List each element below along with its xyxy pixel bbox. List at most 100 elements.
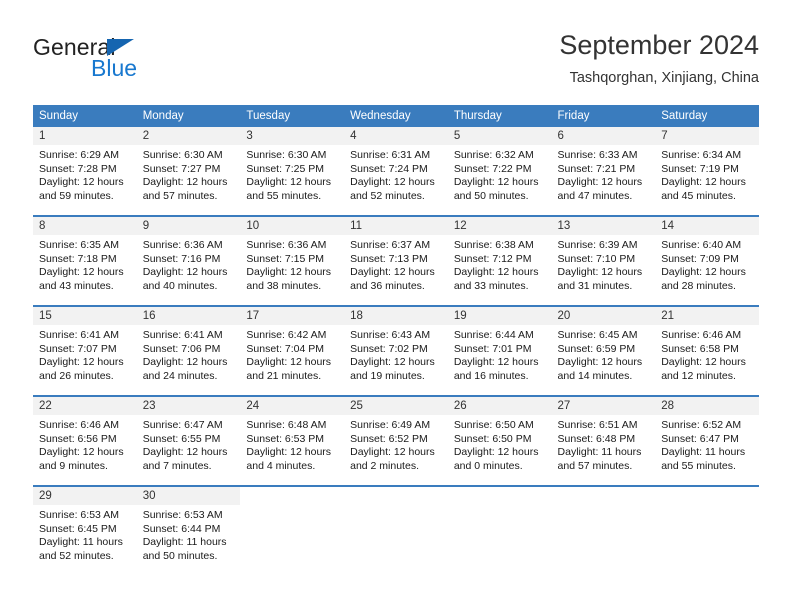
day-cell[interactable]: 17 Sunrise: 6:42 AM Sunset: 7:04 PM Dayligh…: [240, 305, 345, 396]
daylight-text: Daylight: 12 hours and 7 minutes.: [142, 446, 228, 472]
sunset-text: Sunset: 7:19 PM: [661, 162, 739, 175]
day-number: 23: [136, 397, 241, 415]
day-number: 8: [33, 217, 137, 235]
day-cell[interactable]: 7 Sunrise: 6:34 AM Sunset: 7:19 PM Daylight…: [655, 127, 759, 216]
day-cell[interactable]: 8 Sunrise: 6:35 AM Sunset: 7:18 PM Daylight…: [33, 215, 137, 306]
day-cell[interactable]: 9 Sunrise: 6:36 AM Sunset: 7:16 PM Daylight…: [136, 215, 241, 306]
sunrise-text: Sunrise: 6:39 AM: [557, 239, 638, 251]
daylight-text: Daylight: 11 hours and 50 minutes.: [142, 536, 227, 562]
day-cell[interactable]: 24 Sunrise: 6:48 AM Sunset: 6:53 PM Dayligh…: [240, 395, 345, 486]
day-cell[interactable]: 30 Sunrise: 6:53 AM Sunset: 6:44 PM Dayligh…: [136, 485, 241, 575]
day-cell[interactable]: 5 Sunrise: 6:32 AM Sunset: 7:22 PM Daylight…: [447, 127, 552, 216]
day-number: 10: [240, 217, 345, 235]
day-cell[interactable]: 1 Sunrise: 6:29 AM Sunset: 7:28 PM Daylight…: [33, 127, 137, 216]
sunrise-text: Sunrise: 6:32 AM: [453, 149, 534, 161]
page-header: General Blue September 2024 Tashqorghan,…: [33, 28, 759, 96]
day-info: Sunrise: 6:30 AM Sunset: 7:25 PM Daylight:…: [240, 145, 344, 203]
day-cell[interactable]: 26 Sunrise: 6:50 AM Sunset: 6:50 PM Dayligh…: [447, 395, 552, 486]
generalblue-logo[interactable]: General Blue: [33, 34, 233, 90]
day-number: [240, 487, 345, 505]
day-cell[interactable]: 10 Sunrise: 6:36 AM Sunset: 7:15 PM Dayligh…: [240, 215, 345, 306]
day-cell[interactable]: 11 Sunrise: 6:37 AM Sunset: 7:13 PM Dayligh…: [344, 215, 448, 306]
day-number: 20: [551, 307, 656, 325]
day-cell[interactable]: 28 Sunrise: 6:52 AM Sunset: 6:47 PM Dayligh…: [655, 395, 759, 486]
day-number: [447, 487, 552, 505]
daylight-text: Daylight: 12 hours and 57 minutes.: [142, 176, 228, 202]
weekday-header-monday: Monday: [136, 105, 241, 127]
day-cell[interactable]: 15 Sunrise: 6:41 AM Sunset: 7:07 PM Dayligh…: [33, 305, 137, 396]
day-cell[interactable]: 29 Sunrise: 6:53 AM Sunset: 6:45 PM Dayligh…: [33, 485, 137, 575]
day-info: Sunrise: 6:47 AM Sunset: 6:55 PM Daylight:…: [137, 415, 241, 473]
sunrise-text: Sunrise: 6:45 AM: [557, 329, 638, 341]
sunset-text: Sunset: 6:53 PM: [246, 432, 325, 445]
day-info: Sunrise: 6:36 AM Sunset: 7:16 PM Daylight:…: [137, 235, 241, 293]
day-cell[interactable]: 2 Sunrise: 6:30 AM Sunset: 7:27 PM Daylight…: [136, 127, 241, 216]
daylight-text: Daylight: 12 hours and 0 minutes.: [453, 446, 539, 472]
day-info: Sunrise: 6:48 AM Sunset: 6:53 PM Daylight:…: [240, 415, 344, 473]
day-info: Sunrise: 6:44 AM Sunset: 7:01 PM Daylight:…: [448, 325, 552, 383]
sunrise-text: Sunrise: 6:53 AM: [39, 509, 119, 521]
sunset-text: Sunset: 7:21 PM: [557, 162, 636, 175]
day-cell-empty: [551, 485, 656, 575]
day-number: [551, 487, 656, 505]
sunrise-text: Sunrise: 6:41 AM: [39, 329, 119, 341]
day-cell[interactable]: 6 Sunrise: 6:33 AM Sunset: 7:21 PM Daylight…: [551, 127, 656, 216]
daylight-text: Daylight: 12 hours and 26 minutes.: [39, 356, 124, 382]
day-number: 18: [344, 307, 448, 325]
day-cell-empty: [240, 485, 345, 575]
sunrise-text: Sunrise: 6:44 AM: [453, 329, 534, 341]
day-cell-empty: [344, 485, 448, 575]
day-info: Sunrise: 6:45 AM Sunset: 6:59 PM Daylight:…: [552, 325, 656, 383]
daylight-text: Daylight: 12 hours and 19 minutes.: [350, 356, 435, 382]
calendar-week-row: 1 Sunrise: 6:29 AM Sunset: 7:28 PM Daylight…: [33, 127, 759, 216]
sunset-text: Sunset: 7:15 PM: [246, 252, 325, 265]
day-info: Sunrise: 6:40 AM Sunset: 7:09 PM Daylight:…: [655, 235, 759, 293]
day-number: 14: [655, 217, 759, 235]
day-info: Sunrise: 6:49 AM Sunset: 6:52 PM Daylight:…: [344, 415, 448, 473]
sunrise-text: Sunrise: 6:40 AM: [661, 239, 742, 251]
sunset-text: Sunset: 6:52 PM: [350, 432, 428, 445]
day-info: Sunrise: 6:32 AM Sunset: 7:22 PM Daylight:…: [448, 145, 552, 203]
day-cell[interactable]: 16 Sunrise: 6:41 AM Sunset: 7:06 PM Dayligh…: [136, 305, 241, 396]
day-cell[interactable]: 4 Sunrise: 6:31 AM Sunset: 7:24 PM Daylight…: [344, 127, 448, 216]
day-info: Sunrise: 6:46 AM Sunset: 6:58 PM Daylight:…: [655, 325, 759, 383]
day-number: 15: [33, 307, 137, 325]
sunset-text: Sunset: 7:25 PM: [246, 162, 325, 175]
sunset-text: Sunset: 7:16 PM: [142, 252, 221, 265]
sunrise-text: Sunrise: 6:35 AM: [39, 239, 119, 251]
sunset-text: Sunset: 6:48 PM: [557, 432, 636, 445]
day-cell[interactable]: 12 Sunrise: 6:38 AM Sunset: 7:12 PM Dayligh…: [447, 215, 552, 306]
logo-text-blue: Blue: [91, 55, 138, 81]
sunset-text: Sunset: 7:09 PM: [661, 252, 739, 265]
day-number: 28: [655, 397, 759, 415]
day-cell[interactable]: 22 Sunrise: 6:46 AM Sunset: 6:56 PM Dayligh…: [33, 395, 137, 486]
sunset-text: Sunset: 7:28 PM: [39, 162, 117, 175]
day-cell[interactable]: 25 Sunrise: 6:49 AM Sunset: 6:52 PM Dayligh…: [344, 395, 448, 486]
day-cell[interactable]: 19 Sunrise: 6:44 AM Sunset: 7:01 PM Dayligh…: [447, 305, 552, 396]
calendar-week-row: 29 Sunrise: 6:53 AM Sunset: 6:45 PM Dayligh…: [33, 485, 759, 575]
day-cell[interactable]: 23 Sunrise: 6:47 AM Sunset: 6:55 PM Dayligh…: [136, 395, 241, 486]
day-cell[interactable]: 27 Sunrise: 6:51 AM Sunset: 6:48 PM Dayligh…: [551, 395, 656, 486]
day-cell[interactable]: 20 Sunrise: 6:45 AM Sunset: 6:59 PM Dayligh…: [551, 305, 656, 396]
daylight-text: Daylight: 12 hours and 21 minutes.: [246, 356, 332, 382]
sunset-text: Sunset: 6:44 PM: [142, 522, 221, 535]
sunrise-text: Sunrise: 6:33 AM: [557, 149, 638, 161]
day-cell[interactable]: 3 Sunrise: 6:30 AM Sunset: 7:25 PM Daylight…: [240, 127, 345, 216]
day-number: 9: [136, 217, 241, 235]
sunrise-text: Sunrise: 6:48 AM: [246, 419, 327, 431]
day-cell[interactable]: 14 Sunrise: 6:40 AM Sunset: 7:09 PM Dayligh…: [655, 215, 759, 306]
day-cell[interactable]: 21 Sunrise: 6:46 AM Sunset: 6:58 PM Dayligh…: [655, 305, 759, 396]
day-number: 5: [447, 127, 552, 145]
day-number: 6: [551, 127, 656, 145]
day-cell[interactable]: 13 Sunrise: 6:39 AM Sunset: 7:10 PM Dayligh…: [551, 215, 656, 306]
sunrise-text: Sunrise: 6:36 AM: [142, 239, 223, 251]
day-number: 19: [447, 307, 552, 325]
calendar-week-row: 15 Sunrise: 6:41 AM Sunset: 7:07 PM Dayligh…: [33, 305, 759, 396]
sunrise-text: Sunrise: 6:37 AM: [350, 239, 431, 251]
daylight-text: Daylight: 11 hours and 55 minutes.: [661, 446, 746, 472]
day-cell[interactable]: 18 Sunrise: 6:43 AM Sunset: 7:02 PM Dayligh…: [344, 305, 448, 396]
daylight-text: Daylight: 12 hours and 43 minutes.: [39, 266, 124, 292]
weekday-header-wednesday: Wednesday: [344, 105, 448, 127]
logo-triangle-icon: [107, 39, 134, 56]
daylight-text: Daylight: 12 hours and 24 minutes.: [142, 356, 228, 382]
